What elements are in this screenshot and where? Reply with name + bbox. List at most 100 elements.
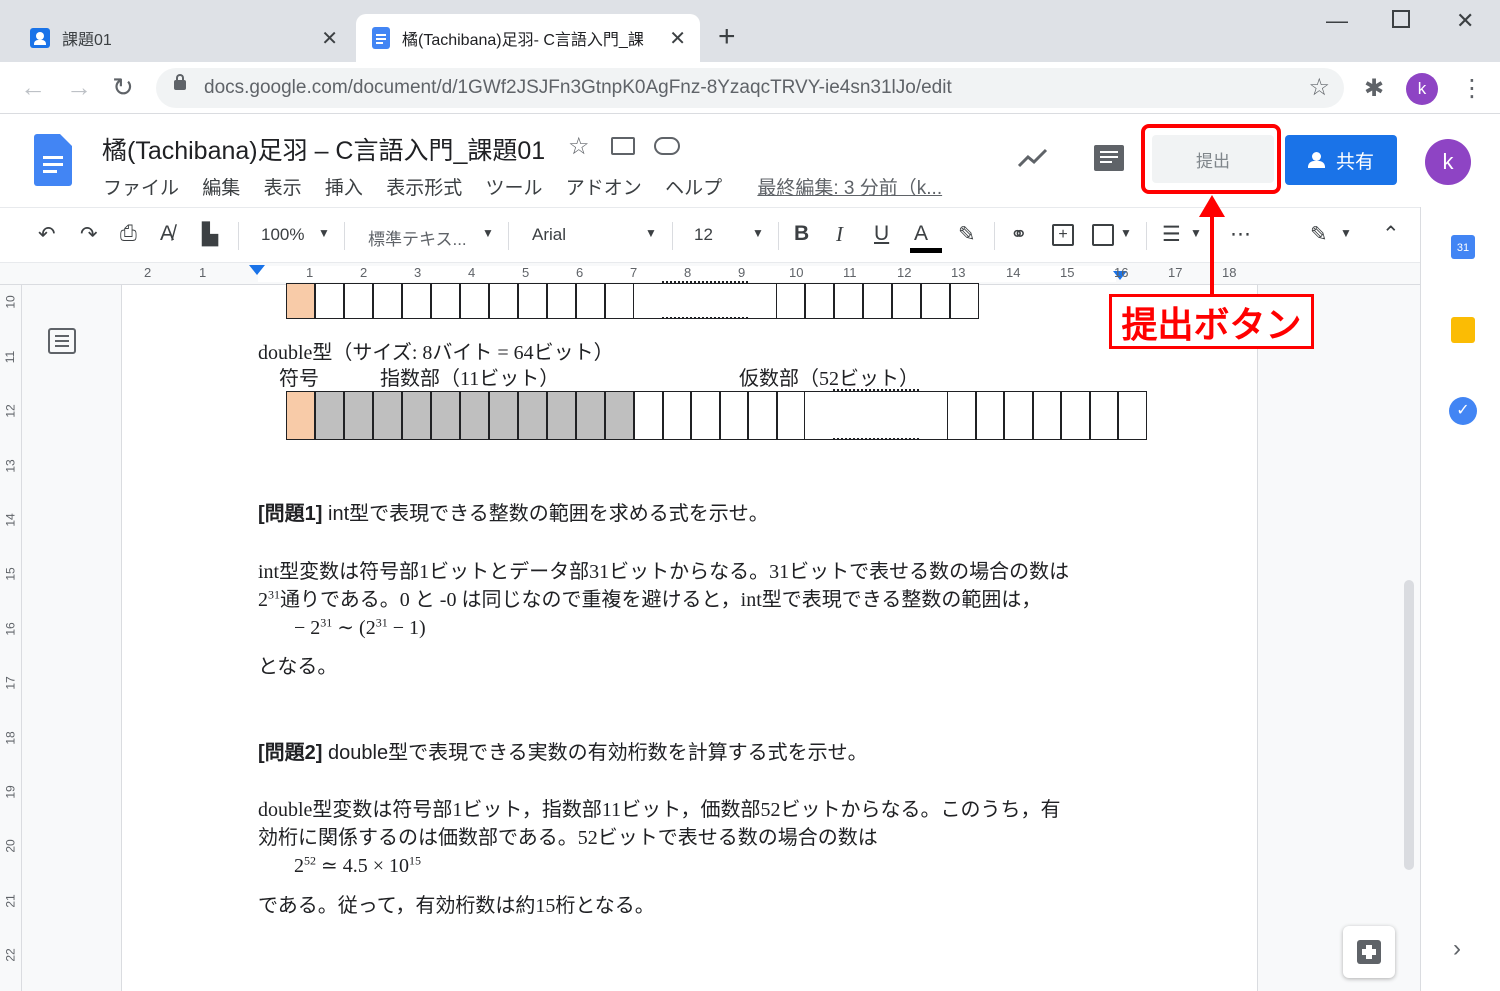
align-icon[interactable]: ☰ [1162, 222, 1181, 247]
zoom-select[interactable]: 100% [261, 225, 304, 245]
scrollbar[interactable] [1404, 580, 1414, 870]
keep-icon[interactable] [1451, 317, 1475, 343]
style-select[interactable]: 標準テキス... [368, 225, 467, 250]
bit-cell [431, 283, 460, 319]
menu-edit[interactable]: 編集 [202, 178, 240, 199]
tasks-icon[interactable]: ✓ [1449, 397, 1477, 425]
ruler-number: 8 [684, 265, 692, 280]
activity-dashboard-icon[interactable] [1017, 143, 1048, 175]
chevron-down-icon[interactable]: ▼ [752, 226, 764, 240]
italic-icon[interactable]: I [836, 222, 843, 247]
docs-logo-icon[interactable] [34, 134, 72, 186]
mantissa-bit-cell [975, 391, 1004, 440]
mantissa-bit-cell [1061, 391, 1090, 440]
spellcheck-icon[interactable]: A̸ [160, 222, 174, 246]
extensions-icon[interactable]: ✱ [1364, 74, 1384, 103]
chevron-down-icon[interactable]: ▼ [1340, 226, 1352, 240]
minimize-icon[interactable]: — [1326, 8, 1348, 34]
menu-file[interactable]: ファイル [103, 178, 179, 199]
last-edit-link[interactable]: 最終編集: 3 分前（k... [757, 178, 942, 199]
calendar-icon[interactable]: 31 [1451, 235, 1475, 259]
highlight-icon[interactable]: ✎ [958, 222, 976, 247]
editing-mode-icon[interactable]: ✎ [1310, 222, 1328, 247]
window-close-icon[interactable]: ✕ [1456, 8, 1474, 34]
rest: 通りである。0 と -0 は同じなので重複を避けると，int型で表現できる整数の… [280, 589, 1042, 611]
document-outline-icon[interactable] [48, 328, 76, 354]
chevron-down-icon[interactable]: ▼ [318, 226, 330, 240]
menu-format[interactable]: 表示形式 [386, 178, 462, 199]
question-1-text: int型で表現できる整数の範囲を求める式を示せ。 [322, 503, 769, 525]
close-icon[interactable]: ✕ [321, 26, 338, 51]
ruler-number: 12 [3, 404, 18, 418]
text-color-icon[interactable]: A [914, 222, 928, 246]
more-icon[interactable]: ⋯ [1230, 222, 1251, 247]
address-bar[interactable]: docs.google.com/document/d/1GWf2JSJFn3Gt… [156, 68, 1344, 108]
add-comment-icon[interactable]: + [1052, 224, 1074, 246]
profile-avatar[interactable]: k [1406, 73, 1438, 105]
explore-button[interactable] [1343, 926, 1395, 978]
ruler-number: 2 [144, 265, 152, 280]
ruler-number: 17 [1168, 265, 1183, 280]
font-size-select[interactable]: 12 [694, 225, 713, 245]
mantissa-bit-cell [1032, 391, 1061, 440]
chevron-up-icon[interactable]: ⌃ [1382, 222, 1400, 247]
insert-link-icon[interactable]: ⚭ [1010, 222, 1028, 247]
undo-icon[interactable]: ↶ [38, 222, 56, 247]
bit-cell [892, 283, 921, 319]
new-tab-button[interactable]: + [718, 20, 736, 54]
ruler-number: 5 [522, 265, 530, 280]
chevron-down-icon[interactable]: ▼ [645, 226, 657, 240]
account-avatar[interactable]: k [1425, 139, 1471, 185]
forward-icon[interactable]: → [66, 72, 92, 103]
browser-tab-strip: 課題01 ✕ 橘(Tachibana)足羽- C言語入門_課 ✕ + — ✕ [0, 0, 1500, 62]
cloud-status-icon[interactable] [654, 137, 680, 155]
share-button[interactable]: 共有 [1285, 135, 1397, 185]
tab-docs[interactable]: 橘(Tachibana)足羽- C言語入門_課 ✕ [356, 14, 700, 62]
print-icon[interactable]: ⎙ [120, 222, 137, 246]
person-add-icon [1307, 152, 1328, 168]
explore-icon [1357, 940, 1381, 964]
indent-marker[interactable] [249, 265, 265, 275]
menu-insert[interactable]: 挿入 [325, 178, 363, 199]
question-2-text: double型で表現できる実数の有効桁数を計算する式を示せ。 [322, 742, 868, 764]
menu-tools[interactable]: ツール [485, 178, 542, 199]
annotation-label: 提出ボタン [1109, 294, 1314, 349]
paint-format-icon[interactable]: ▙ [202, 222, 218, 247]
tab-classroom[interactable]: 課題01 ✕ [12, 14, 352, 62]
maximize-icon[interactable] [1392, 10, 1410, 28]
answer-2-line-1: double型変数は符号部1ビット，指数部11ビット，価数部52ビットからなる。… [258, 799, 1061, 821]
redo-icon[interactable]: ↷ [80, 222, 98, 247]
sign-bit-cell [286, 391, 315, 440]
close-icon[interactable]: ✕ [669, 26, 686, 51]
menu-addons[interactable]: アドオン [566, 178, 642, 199]
font-select[interactable]: Arial [532, 225, 566, 245]
document-title[interactable]: 橘(Tachibana)足羽 – C言語入門_課題01 [102, 131, 545, 167]
comment-history-icon[interactable] [1094, 145, 1124, 171]
ruler-number: 13 [951, 265, 966, 280]
chevron-down-icon[interactable]: ▼ [482, 226, 494, 240]
underline-icon[interactable]: U [874, 222, 889, 246]
back-icon[interactable]: ← [20, 72, 46, 103]
move-folder-icon[interactable] [611, 137, 635, 155]
star-icon[interactable]: ☆ [568, 132, 590, 161]
submit-highlight-box [1141, 124, 1281, 194]
exponent-bit-cell [460, 391, 489, 440]
insert-image-icon[interactable] [1092, 224, 1114, 246]
reload-icon[interactable]: ↻ [112, 72, 134, 103]
chevron-down-icon[interactable]: ▼ [1190, 226, 1202, 240]
chevron-right-icon[interactable]: › [1453, 935, 1461, 963]
exponent: 31 [268, 587, 280, 602]
bold-icon[interactable]: B [794, 222, 809, 246]
bookmark-star-icon[interactable]: ☆ [1308, 73, 1330, 102]
bit-cell [518, 283, 547, 319]
chevron-down-icon[interactable]: ▼ [1120, 226, 1132, 240]
docs-icon [372, 27, 390, 49]
menu-view[interactable]: 表示 [264, 178, 302, 199]
menu-help[interactable]: ヘルプ [665, 178, 722, 199]
bit-cell [863, 283, 892, 319]
label-sign: 符号 [279, 368, 319, 390]
bit-cell [373, 283, 402, 319]
bit-cell [344, 283, 373, 319]
chrome-menu-icon[interactable]: ⋮ [1460, 74, 1484, 103]
bit-cell [315, 283, 344, 319]
